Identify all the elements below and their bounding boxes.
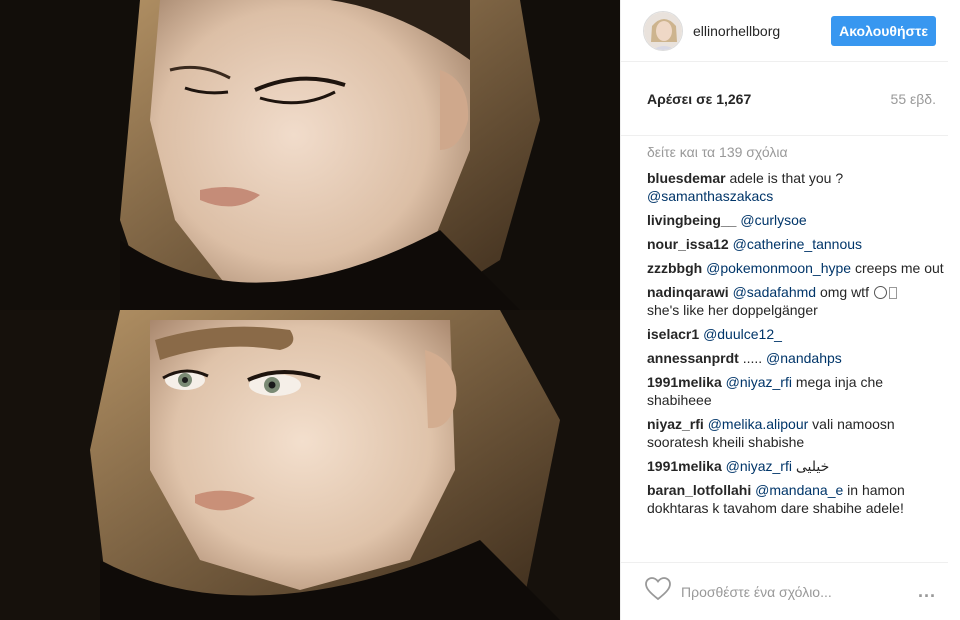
comment-mention[interactable]: @sadafahmd — [733, 284, 816, 300]
comment-item: niyaz_rfi @melika.alipour vali namoosn s… — [647, 415, 948, 451]
comment-item: baran_lotfollahi @mandana_e in hamon dok… — [647, 481, 948, 517]
portrait-collage-image — [0, 0, 620, 620]
comment-item: nour_issa12 @catherine_tannous — [647, 235, 948, 253]
post-timestamp[interactable]: 55 εβδ. — [891, 91, 936, 107]
comment-item: zzzbbgh @pokemonmoon_hype creeps me out — [647, 259, 948, 277]
comment-username[interactable]: bluesdemar — [647, 170, 726, 186]
add-comment-input[interactable] — [681, 583, 918, 600]
likes-count[interactable]: Αρέσει σε 1,267 — [647, 91, 751, 107]
comment-item: iselacr1 @duulce12_ — [647, 325, 948, 343]
username-link[interactable]: ellinorhellborg — [693, 23, 831, 39]
comment-mention[interactable]: @niyaz_rfi — [726, 458, 792, 474]
instagram-post: ellinorhellborg Ακολουθήστε Αρέσει σε 1,… — [0, 0, 960, 620]
emoji-icon — [873, 286, 887, 299]
post-details-panel: ellinorhellborg Ακολουθήστε Αρέσει σε 1,… — [620, 0, 960, 620]
comment-text: omg wtf — [816, 284, 873, 300]
comment-text: adele is that you ? — [725, 170, 844, 186]
user-avatar[interactable] — [643, 10, 683, 51]
comments-list: δείτε και τα 139 σχόλια bluesdemar adele… — [621, 136, 960, 517]
comment-username[interactable]: zzzbbgh — [647, 260, 702, 276]
comment-item: livingbeing__ @curlysoe — [647, 211, 948, 229]
comment-mention[interactable]: @duulce12_ — [703, 326, 782, 342]
comment-username[interactable]: livingbeing__ — [647, 212, 736, 228]
comment-mention[interactable]: @mandana_e — [755, 482, 843, 498]
comment-mention[interactable]: @nandahps — [766, 350, 842, 366]
comment-item: 1991melika @niyaz_rfi mega inja che shab… — [647, 373, 948, 409]
avatar-image — [644, 11, 682, 50]
comment-mention[interactable]: @pokemonmoon_hype — [706, 260, 851, 276]
comment-mention[interactable]: @curlysoe — [740, 212, 806, 228]
follow-button[interactable]: Ακολουθήστε — [831, 15, 936, 46]
comment-item: nadinqarawi @sadafahmd omg wtf she's lik… — [647, 283, 948, 319]
heart-icon[interactable] — [645, 577, 671, 606]
comment-item: 1991melika @niyaz_rfi خیلیی — [647, 457, 948, 475]
more-options-icon[interactable]: ... — [918, 581, 936, 602]
load-more-comments-link[interactable]: δείτε και τα 139 σχόλια — [647, 144, 948, 160]
comment-username[interactable]: annessanprdt — [647, 350, 739, 366]
comment-text: ..... — [738, 350, 767, 366]
missing-glyph-icon — [888, 287, 897, 299]
comment-username[interactable]: 1991melika — [647, 374, 722, 390]
comment-username[interactable]: 1991melika — [647, 458, 722, 474]
comment-username[interactable]: nadinqarawi — [647, 284, 729, 300]
add-comment-bar: ... — [621, 562, 948, 620]
post-stats: Αρέσει σε 1,267 55 εβδ. — [621, 62, 948, 136]
comment-username[interactable]: niyaz_rfi — [647, 416, 704, 432]
post-header: ellinorhellborg Ακολουθήστε — [621, 0, 948, 62]
comment-mention[interactable]: @melika.alipour — [708, 416, 809, 432]
comment-text: creeps me out — [851, 260, 944, 276]
comment-item: annessanprdt ..... @nandahps — [647, 349, 948, 367]
post-photo[interactable] — [0, 0, 620, 620]
comment-item: bluesdemar adele is that you ? @samantha… — [647, 169, 948, 205]
comment-username[interactable]: baran_lotfollahi — [647, 482, 751, 498]
comment-text: she's like her doppelgänger — [647, 302, 818, 318]
comment-username[interactable]: iselacr1 — [647, 326, 699, 342]
comment-text: خیلیی — [791, 458, 830, 474]
comment-username[interactable]: nour_issa12 — [647, 236, 729, 252]
comment-mention[interactable]: @catherine_tannous — [733, 236, 862, 252]
comment-mention[interactable]: @samanthaszakacs — [647, 188, 773, 204]
comment-mention[interactable]: @niyaz_rfi — [726, 374, 792, 390]
